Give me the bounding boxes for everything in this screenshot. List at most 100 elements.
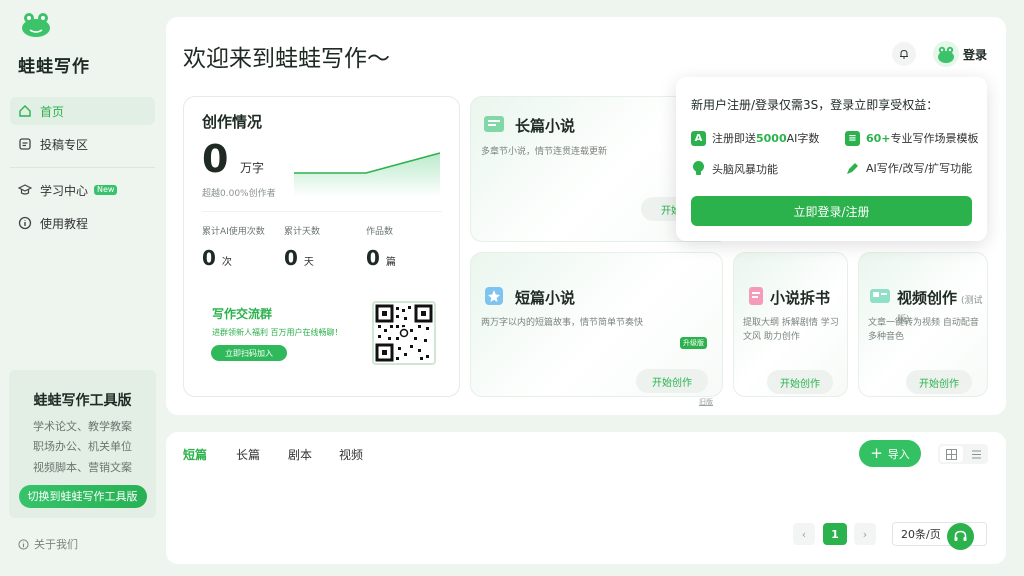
page-size-value: 20条/页 <box>901 528 941 541</box>
split-book-icon <box>749 287 763 305</box>
stat-label: 累计天数 <box>284 227 321 237</box>
popover-heading: 新用户注册/登录仅需3S，登录立即享受权益： <box>691 98 939 112</box>
stat-days: 累计天数 0天 <box>284 224 320 270</box>
novel-split-card[interactable]: 小说拆书 提取大纲 拆解剧情 学习文风 助力创作 开始创作 <box>733 252 848 397</box>
tab-script[interactable]: 剧本 <box>288 446 312 463</box>
login-benefits-popover: 新用户注册/登录仅需3S，登录立即享受权益： A 注册即送 5000 AI字数 ≡ … <box>676 77 987 241</box>
stats-title: 创作情况 <box>202 113 263 131</box>
short-novel-card[interactable]: 短篇小说 两万字以内的短篇故事，情节简单节奏快 升级版 开始创作 旧版 <box>470 252 723 406</box>
benefit-highlight: 60+ <box>866 131 891 145</box>
stat-unit: 次 <box>221 257 232 268</box>
short-novel-start-button[interactable]: 开始创作 <box>636 369 708 393</box>
video-title-text: 视频创作 <box>897 289 958 307</box>
works-panel: 短篇 长篇 剧本 视频 + 导入 ‹ 1 › 20条/页 <box>166 432 1006 564</box>
sidebar-item-home[interactable]: 首页 <box>10 97 155 125</box>
plus-icon: + <box>870 444 883 462</box>
novel-split-desc: 提取大纲 拆解剧情 学习文风 助力创作 <box>743 318 839 342</box>
import-label: 导入 <box>887 447 910 461</box>
import-button[interactable]: + 导入 <box>859 440 921 467</box>
sidebar-item-submissions[interactable]: 投稿专区 <box>10 130 155 158</box>
grid-view-icon[interactable] <box>940 446 963 462</box>
about-us-link[interactable]: 关于我们 <box>18 536 78 552</box>
submit-icon <box>19 138 31 150</box>
writing-stats-card: 创作情况 0 万字 超越0.00%创作者 累计AI使用次数 0次 累计天数 0天… <box>183 96 460 397</box>
short-novel-desc: 两万字以内的短篇故事，情节简单节奏快 <box>481 318 644 328</box>
login-link[interactable]: 登录 <box>963 46 987 63</box>
sidebar-item-label: 使用教程 <box>40 216 89 231</box>
avatar[interactable] <box>933 41 959 67</box>
headset-icon <box>954 530 967 541</box>
home-icon <box>19 105 31 117</box>
join-group-button[interactable]: 立即扫码加入 <box>211 345 287 361</box>
tab-video[interactable]: 视频 <box>339 446 363 463</box>
video-creation-card[interactable]: 视频创作 (测试版) 文章一键转为视频 自动配音多种音色 开始创作 <box>858 252 988 397</box>
current-page[interactable]: 1 <box>823 523 847 545</box>
graduation-cap-icon <box>18 184 32 195</box>
toolbox-line: 职场办公、机关单位 <box>33 440 132 454</box>
long-novel-title: 长篇小说 <box>515 117 576 135</box>
benefit-text: AI字数 <box>786 132 820 145</box>
group-desc: 进群领新人福利 百万用户在线畅聊！ <box>212 328 343 337</box>
login-register-button[interactable]: 立即登录/注册 <box>691 196 972 226</box>
customer-support-button[interactable] <box>947 523 974 550</box>
sidebar-divider <box>10 167 155 168</box>
video-creation-start-button[interactable]: 开始创作 <box>906 370 972 394</box>
list-view-icon[interactable] <box>965 444 988 464</box>
tab-short[interactable]: 短篇 <box>183 446 207 463</box>
a-letter-icon: A <box>691 130 706 146</box>
stat-unit: 篇 <box>385 257 396 268</box>
toolbox-line: 视频脚本、营销文案 <box>33 460 132 474</box>
info-icon <box>18 216 32 230</box>
notification-button[interactable] <box>892 42 916 66</box>
benefit-text: AI写作/改写/扩写功能 <box>866 162 973 175</box>
short-novel-icon <box>485 287 503 305</box>
short-novel-title: 短篇小说 <box>515 289 576 307</box>
stat-value: 0 <box>202 246 216 270</box>
stat-label: 累计AI使用次数 <box>202 227 265 237</box>
info-icon <box>18 538 29 550</box>
benefit-item: A 注册即送 5000 AI字数 <box>691 130 819 146</box>
trend-sparkline <box>294 152 441 195</box>
toolbox-title: 蛙蛙写作工具版 <box>33 393 132 409</box>
qr-code-icon <box>372 301 436 365</box>
sidebar-item-label: 投稿专区 <box>40 137 89 152</box>
benefit-item: 头脑风暴功能 <box>691 160 778 177</box>
long-novel-desc: 多章节小说，情节连贯连载更新 <box>481 147 608 157</box>
stat-unit: 天 <box>303 257 314 268</box>
stat-ai-usage: 累计AI使用次数 0次 <box>202 224 265 270</box>
upgrade-badge: 升级版 <box>680 337 707 349</box>
stat-works: 作品数 0篇 <box>366 224 396 270</box>
group-title: 写作交流群 <box>212 307 273 321</box>
novel-split-start-button[interactable]: 开始创作 <box>767 370 833 394</box>
benefit-highlight: 5000 <box>756 131 787 145</box>
sidebar-item-label: 学习中心 <box>40 183 89 198</box>
sidebar: 蛙蛙写作 首页 投稿专区 学习中心 New 使用教程 蛙蛙写作工具版 学术论文、… <box>0 0 165 576</box>
stats-divider <box>202 211 442 212</box>
new-badge: New <box>94 185 118 195</box>
lightbulb-icon <box>693 161 704 175</box>
next-page-button[interactable]: › <box>854 523 876 545</box>
prev-page-button[interactable]: ‹ <box>793 523 815 545</box>
tab-long[interactable]: 长篇 <box>236 446 260 463</box>
video-creation-desc: 文章一键转为视频 自动配音多种音色 <box>868 318 979 342</box>
switch-toolbox-button[interactable]: 切换到蛙蛙写作工具版 <box>18 484 147 508</box>
benefit-item: AI写作/改写/扩写功能 <box>845 160 972 176</box>
frog-logo-icon[interactable] <box>20 12 52 38</box>
chevron-left-icon: ‹ <box>801 527 807 541</box>
bell-icon <box>900 49 908 59</box>
toolbox-promo-card: 蛙蛙写作工具版 学术论文、教学教案 职场办公、机关单位 视频脚本、营销文案 切换… <box>9 370 156 518</box>
sidebar-item-learning[interactable]: 学习中心 New <box>10 176 155 204</box>
old-version-link[interactable]: 旧版 <box>699 397 713 407</box>
app-name: 蛙蛙写作 <box>18 57 90 77</box>
sidebar-item-label: 首页 <box>40 104 65 119</box>
template-icon: ≡ <box>845 130 860 146</box>
sidebar-item-tutorial[interactable]: 使用教程 <box>10 209 155 237</box>
stat-label: 作品数 <box>366 227 394 237</box>
total-words-value: 0 <box>202 137 229 181</box>
video-icon <box>870 289 890 303</box>
page-title: 欢迎来到蛙蛙写作～ <box>183 46 390 72</box>
chevron-right-icon: › <box>862 527 868 541</box>
benefit-text: 专业写作场景模板 <box>890 132 979 145</box>
toolbox-line: 学术论文、教学教案 <box>33 420 132 433</box>
novel-split-title: 小说拆书 <box>770 289 831 307</box>
